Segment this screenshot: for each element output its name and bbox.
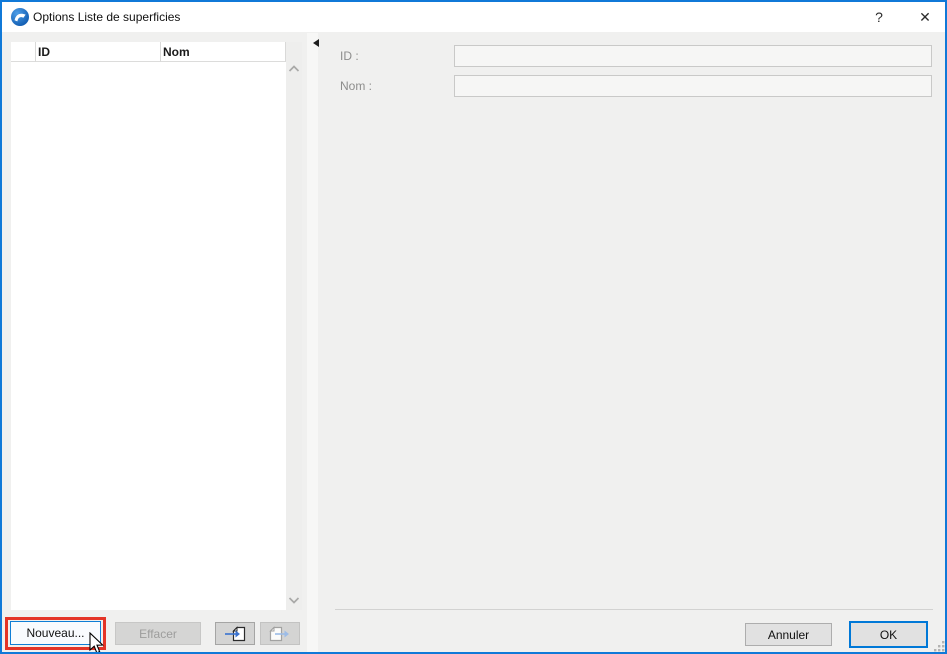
scroll-up-icon[interactable] (288, 65, 300, 73)
list-scrollbar[interactable] (286, 42, 302, 610)
panel-splitter[interactable] (307, 33, 319, 652)
help-icon: ? (875, 9, 883, 25)
delete-button[interactable]: Effacer (115, 622, 201, 645)
id-field[interactable] (454, 45, 932, 67)
nom-field[interactable] (454, 75, 932, 97)
id-label: ID : (340, 49, 359, 63)
column-header-nom[interactable]: Nom (163, 45, 190, 59)
close-icon: ✕ (919, 9, 931, 25)
close-button[interactable]: ✕ (908, 2, 942, 32)
surface-list[interactable]: ID Nom (11, 42, 286, 610)
column-header-id[interactable]: ID (38, 45, 50, 59)
window-title: Options Liste de superficies (33, 10, 181, 24)
collapse-left-icon[interactable] (313, 39, 319, 47)
options-surface-list-dialog: Options Liste de superficies ? ✕ ID Nom … (0, 0, 947, 654)
export-button[interactable] (260, 622, 300, 645)
ok-button[interactable]: OK (849, 621, 928, 648)
nom-label: Nom : (340, 79, 373, 93)
help-button[interactable]: ? (862, 2, 896, 32)
export-item-icon (269, 625, 289, 641)
scroll-down-icon[interactable] (288, 596, 300, 604)
new-button[interactable]: Nouveau... (10, 621, 101, 645)
import-item-icon (225, 625, 246, 641)
list-body[interactable] (11, 63, 286, 610)
resize-grip[interactable] (932, 639, 946, 653)
cancel-button[interactable]: Annuler (745, 623, 832, 646)
app-logo-icon (11, 8, 29, 26)
titlebar[interactable]: Options Liste de superficies ? ✕ (2, 2, 945, 32)
import-button[interactable] (215, 622, 255, 645)
header-divider (35, 42, 36, 62)
footer-separator (335, 609, 933, 610)
header-divider (160, 42, 161, 62)
list-header: ID Nom (11, 42, 286, 62)
